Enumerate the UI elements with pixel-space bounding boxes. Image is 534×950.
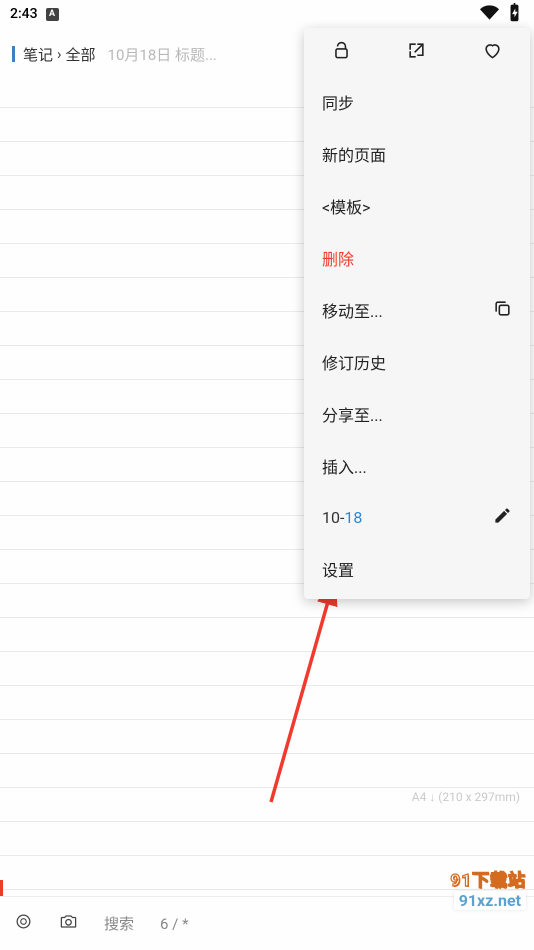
edit-icon[interactable] bbox=[493, 506, 512, 529]
menu-move-to[interactable]: 移动至... bbox=[304, 284, 530, 336]
menu-date-prefix: 10- bbox=[322, 508, 344, 527]
search-label[interactable]: 搜索 bbox=[104, 913, 134, 934]
menu-new-page-label: 新的页面 bbox=[322, 142, 386, 166]
status-bar: 2:43 A bbox=[0, 0, 534, 28]
menu-history[interactable]: 修订历史 bbox=[304, 336, 530, 388]
bottom-toolbar: 搜索 6 / * bbox=[0, 896, 534, 950]
breadcrumb-root[interactable]: 笔记 bbox=[23, 44, 53, 65]
lock-icon[interactable] bbox=[304, 41, 379, 64]
copy-icon bbox=[493, 299, 512, 322]
menu-date-label: 10-18 bbox=[322, 508, 362, 527]
menu-move-to-label: 移动至... bbox=[322, 298, 383, 322]
breadcrumb-note-title[interactable]: 10月18日 标题... bbox=[108, 44, 217, 65]
breadcrumb-folder[interactable]: 全部 bbox=[66, 44, 96, 65]
menu-sync[interactable]: 同步 bbox=[304, 76, 530, 128]
status-a-badge: A bbox=[46, 8, 59, 21]
page-size-label: A4 ↓ (210 x 297mm) bbox=[412, 790, 520, 804]
overflow-menu: 同步 新的页面 <模板> 删除 移动至... 修订历史 分享至... 插入...… bbox=[304, 28, 530, 599]
menu-template[interactable]: <模板> bbox=[304, 180, 530, 232]
menu-sync-label: 同步 bbox=[322, 90, 354, 114]
wifi-icon bbox=[480, 3, 499, 26]
menu-delete[interactable]: 删除 bbox=[304, 232, 530, 284]
menu-insert-label: 插入... bbox=[322, 454, 367, 478]
status-time: 2:43 bbox=[10, 6, 38, 22]
menu-icon-row bbox=[304, 28, 530, 76]
battery-icon bbox=[505, 3, 524, 26]
menu-insert[interactable]: 插入... bbox=[304, 440, 530, 492]
page-counter: 6 / * bbox=[160, 915, 189, 933]
menu-settings[interactable]: 设置 bbox=[304, 543, 530, 595]
menu-share-to-label: 分享至... bbox=[322, 402, 383, 426]
circle-tool-icon[interactable] bbox=[14, 912, 33, 935]
menu-settings-label: 设置 bbox=[322, 557, 354, 581]
breadcrumb-sep1: › bbox=[57, 45, 62, 63]
open-external-icon[interactable] bbox=[379, 41, 454, 64]
menu-share-to[interactable]: 分享至... bbox=[304, 388, 530, 440]
menu-template-label: <模板> bbox=[322, 194, 371, 218]
menu-delete-label: 删除 bbox=[322, 246, 354, 270]
heart-icon[interactable] bbox=[455, 41, 530, 64]
breadcrumb-marker bbox=[12, 46, 15, 62]
menu-history-label: 修订历史 bbox=[322, 350, 386, 374]
camera-icon[interactable] bbox=[59, 912, 78, 935]
menu-date[interactable]: 10-18 bbox=[304, 492, 530, 543]
menu-date-suffix: 18 bbox=[344, 508, 362, 527]
menu-new-page[interactable]: 新的页面 bbox=[304, 128, 530, 180]
